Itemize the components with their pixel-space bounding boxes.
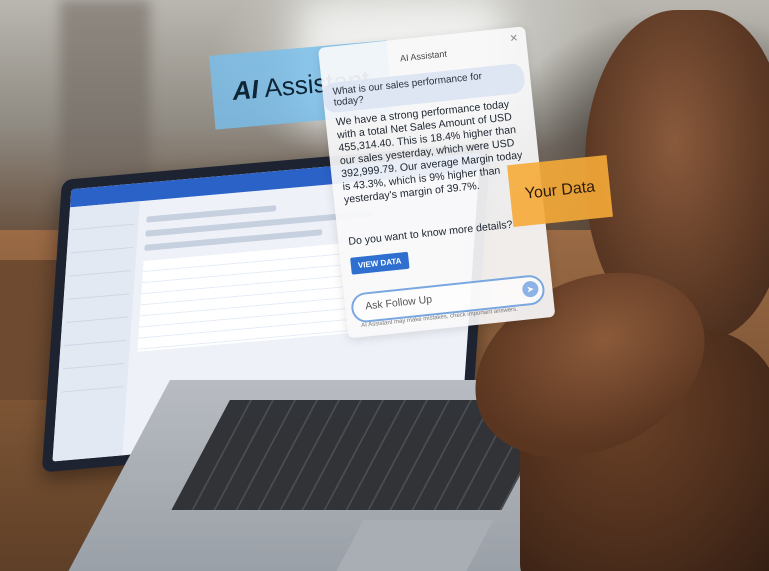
follow-up-placeholder: Ask Follow Up — [364, 293, 433, 313]
photo-scene: AI Assistant AI Assistant ✕ What is our … — [0, 0, 769, 571]
ai-label-bold: AI — [231, 73, 260, 106]
view-data-button[interactable]: VIEW DATA — [350, 251, 410, 275]
app-sidebar — [52, 201, 140, 462]
laptop-touchpad — [336, 520, 494, 571]
your-data-overlay-label: Your Data — [507, 154, 613, 228]
send-icon[interactable]: ➤ — [521, 280, 540, 298]
assistant-prompt: Do you want to know more details? — [347, 218, 514, 248]
assistant-answer: We have a strong performance today with … — [335, 98, 523, 207]
close-icon[interactable]: ✕ — [509, 33, 518, 45]
